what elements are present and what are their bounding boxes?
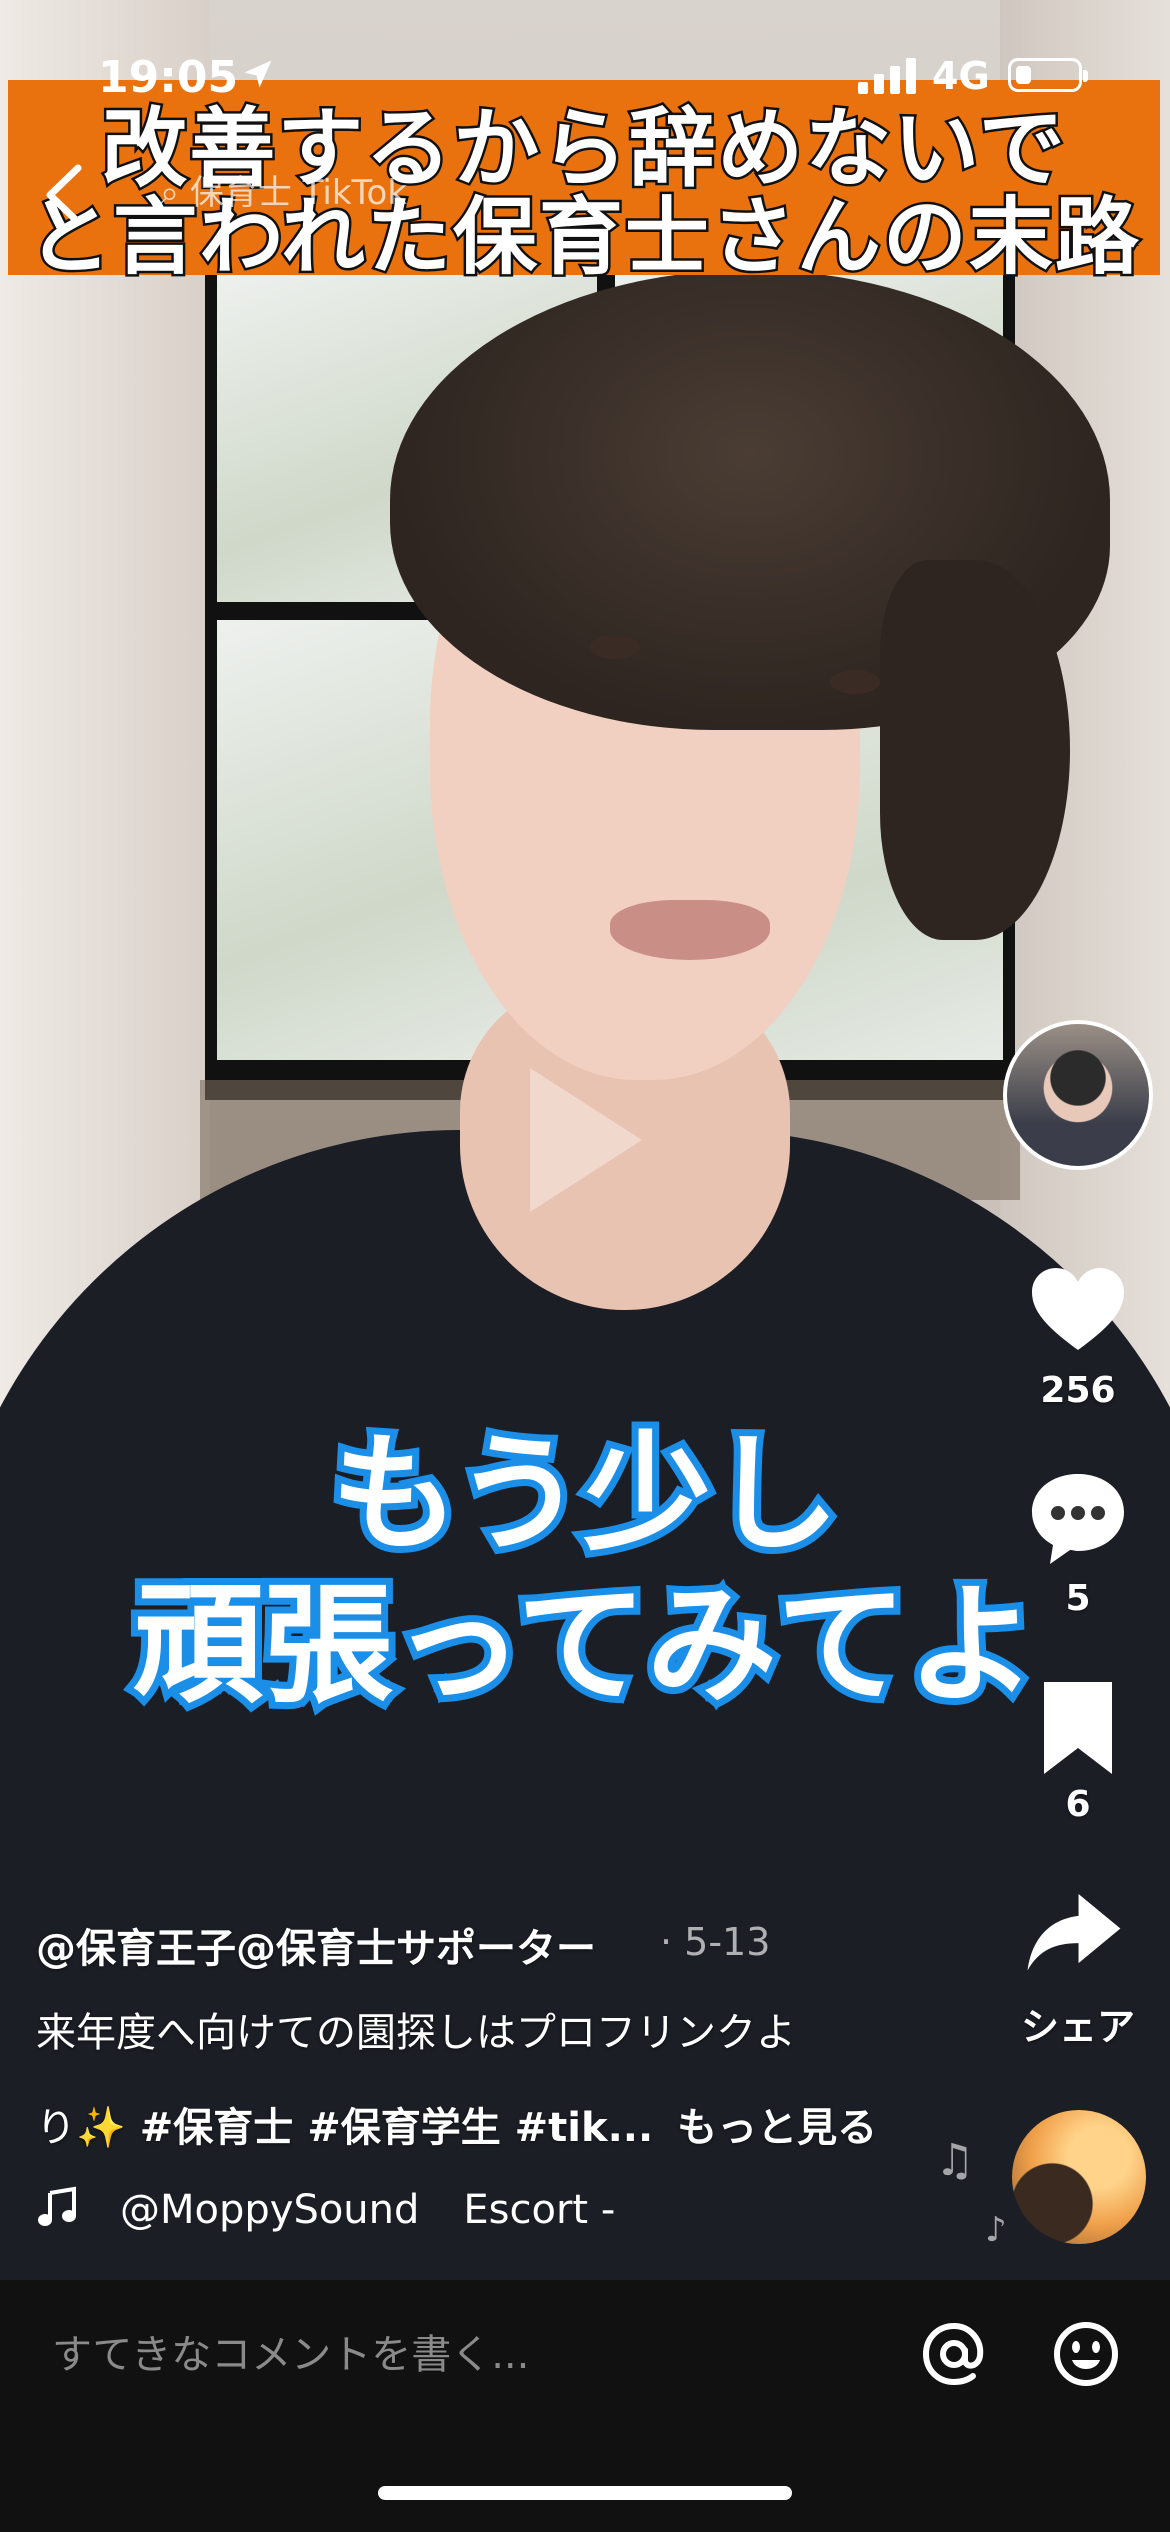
music-note-icon [38, 2186, 76, 2226]
bookmark-count: 6 [1065, 1784, 1091, 1825]
status-time: 19:05 [98, 52, 239, 103]
sound-track: Escort - [463, 2187, 616, 2233]
play-icon[interactable] [520, 1060, 650, 1220]
more-button[interactable]: もっと見る [677, 2105, 877, 2151]
signal-icon [858, 58, 916, 94]
description-prefix: り [36, 2105, 76, 2151]
comment-input[interactable]: すてきなコメントを書く... [52, 2322, 529, 2380]
tiktok-video-screen: 19:05 4G 改善するから辞めないで と言われた保育士さんの末路 ⌕ 保育士… [0, 0, 1170, 2532]
search-hint[interactable]: ⌕ 保育士 TikTok [160, 165, 407, 214]
floating-note-icon-small: ♪ [985, 2210, 1007, 2250]
floating-note-icon: ♫ [935, 2135, 975, 2186]
at-mention-icon[interactable] [920, 2320, 988, 2388]
sparkle-emoji: ✨ [76, 2105, 126, 2151]
person-mouth [610, 900, 770, 960]
home-indicator[interactable] [378, 2486, 792, 2500]
description-line-1: 来年度へ向けての園探しはプロフリンクよ [36, 2010, 796, 2056]
video-caption-line-2: 頑張ってみてよ [126, 1562, 1044, 1728]
search-icon: ⌕ [160, 173, 190, 213]
status-bar: 19:05 4G [0, 0, 1170, 150]
sound-author: @MoppySound [120, 2187, 420, 2233]
sound-row[interactable]: @MoppySound Escort - [36, 2185, 615, 2233]
author-name[interactable]: @保育王子@保育士サポーター [36, 1916, 596, 1974]
person-hair-side [880, 560, 1070, 940]
description-line-2: り✨ #保育士 #保育学生 #tik... もっと見る [36, 2095, 877, 2153]
battery-level-fill [1016, 66, 1031, 84]
creator-avatar[interactable] [1003, 1020, 1153, 1170]
person-eye-right [830, 670, 880, 694]
post-date: · 5-13 [660, 1920, 771, 1964]
network-type: 4G [932, 54, 990, 98]
battery-icon [1008, 58, 1088, 92]
share-label[interactable]: シェア [1008, 1996, 1148, 2051]
heart-icon[interactable] [1028, 1262, 1128, 1362]
emoji-icon[interactable] [1052, 2320, 1120, 2388]
hashtags[interactable]: #保育士 #保育学生 #tik... [140, 2105, 653, 2151]
search-hint-text: 保育士 TikTok [189, 173, 408, 213]
location-arrow-icon [244, 60, 272, 88]
person-eye-left [590, 635, 640, 659]
music-disc-icon[interactable] [1012, 2110, 1146, 2244]
share-icon[interactable] [1024, 1884, 1124, 1984]
back-chevron-icon[interactable] [40, 160, 90, 230]
